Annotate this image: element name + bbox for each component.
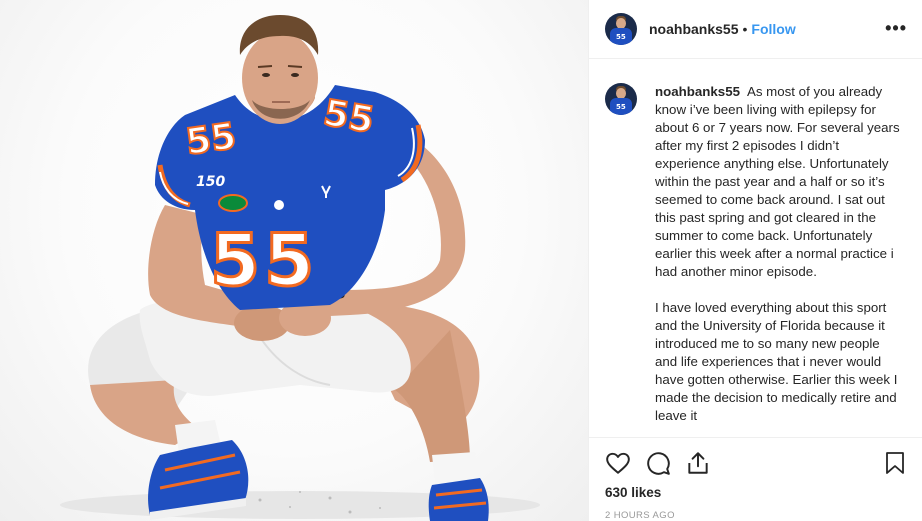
caption-avatar[interactable]: 55 [605,83,637,115]
post-photo[interactable]: 150 55 55 55 [0,0,588,521]
follow-button[interactable]: Follow [751,21,795,37]
avatar[interactable]: 55 [605,13,637,45]
sleeve-number-left: 55 [183,116,238,164]
post-header: 55 noahbanks55 • Follow ••• [589,0,922,59]
more-options-icon[interactable]: ••• [885,18,907,39]
football-player-photo: 150 55 55 55 [60,15,540,521]
comments-section[interactable]: 55 noahbanks55 As most of you already kn… [589,60,922,437]
post-side-panel: 55 noahbanks55 • Follow ••• 55 noahbanks… [588,0,922,521]
caption-paragraph-2: I have loved everything about this sport… [655,300,898,423]
separator-dot: • [742,21,748,37]
caption: 55 noahbanks55 As most of you already kn… [605,83,907,437]
username-link[interactable]: noahbanks55 [649,21,738,37]
likes-count[interactable]: 630 likes [605,485,661,500]
jersey-number: 55 [210,218,318,302]
comment-icon[interactable] [645,450,671,476]
share-icon[interactable] [685,450,711,476]
caption-body: noahbanks55 As most of you already know … [655,83,905,437]
patch-150: 150 [196,174,225,190]
caption-avatar-jersey-number: 55 [616,103,626,111]
post-timestamp[interactable]: 2 HOURS AGO [605,510,675,521]
bookmark-icon[interactable] [883,450,907,476]
caption-paragraph-1: As most of you already know i’ve been li… [655,84,900,279]
sleeve-number-right: 55 [320,93,376,142]
action-bar: 630 likes 2 HOURS AGO [589,437,922,521]
caption-username-link[interactable]: noahbanks55 [655,84,740,99]
avatar-jersey-number: 55 [616,33,626,41]
heart-icon[interactable] [605,450,631,476]
